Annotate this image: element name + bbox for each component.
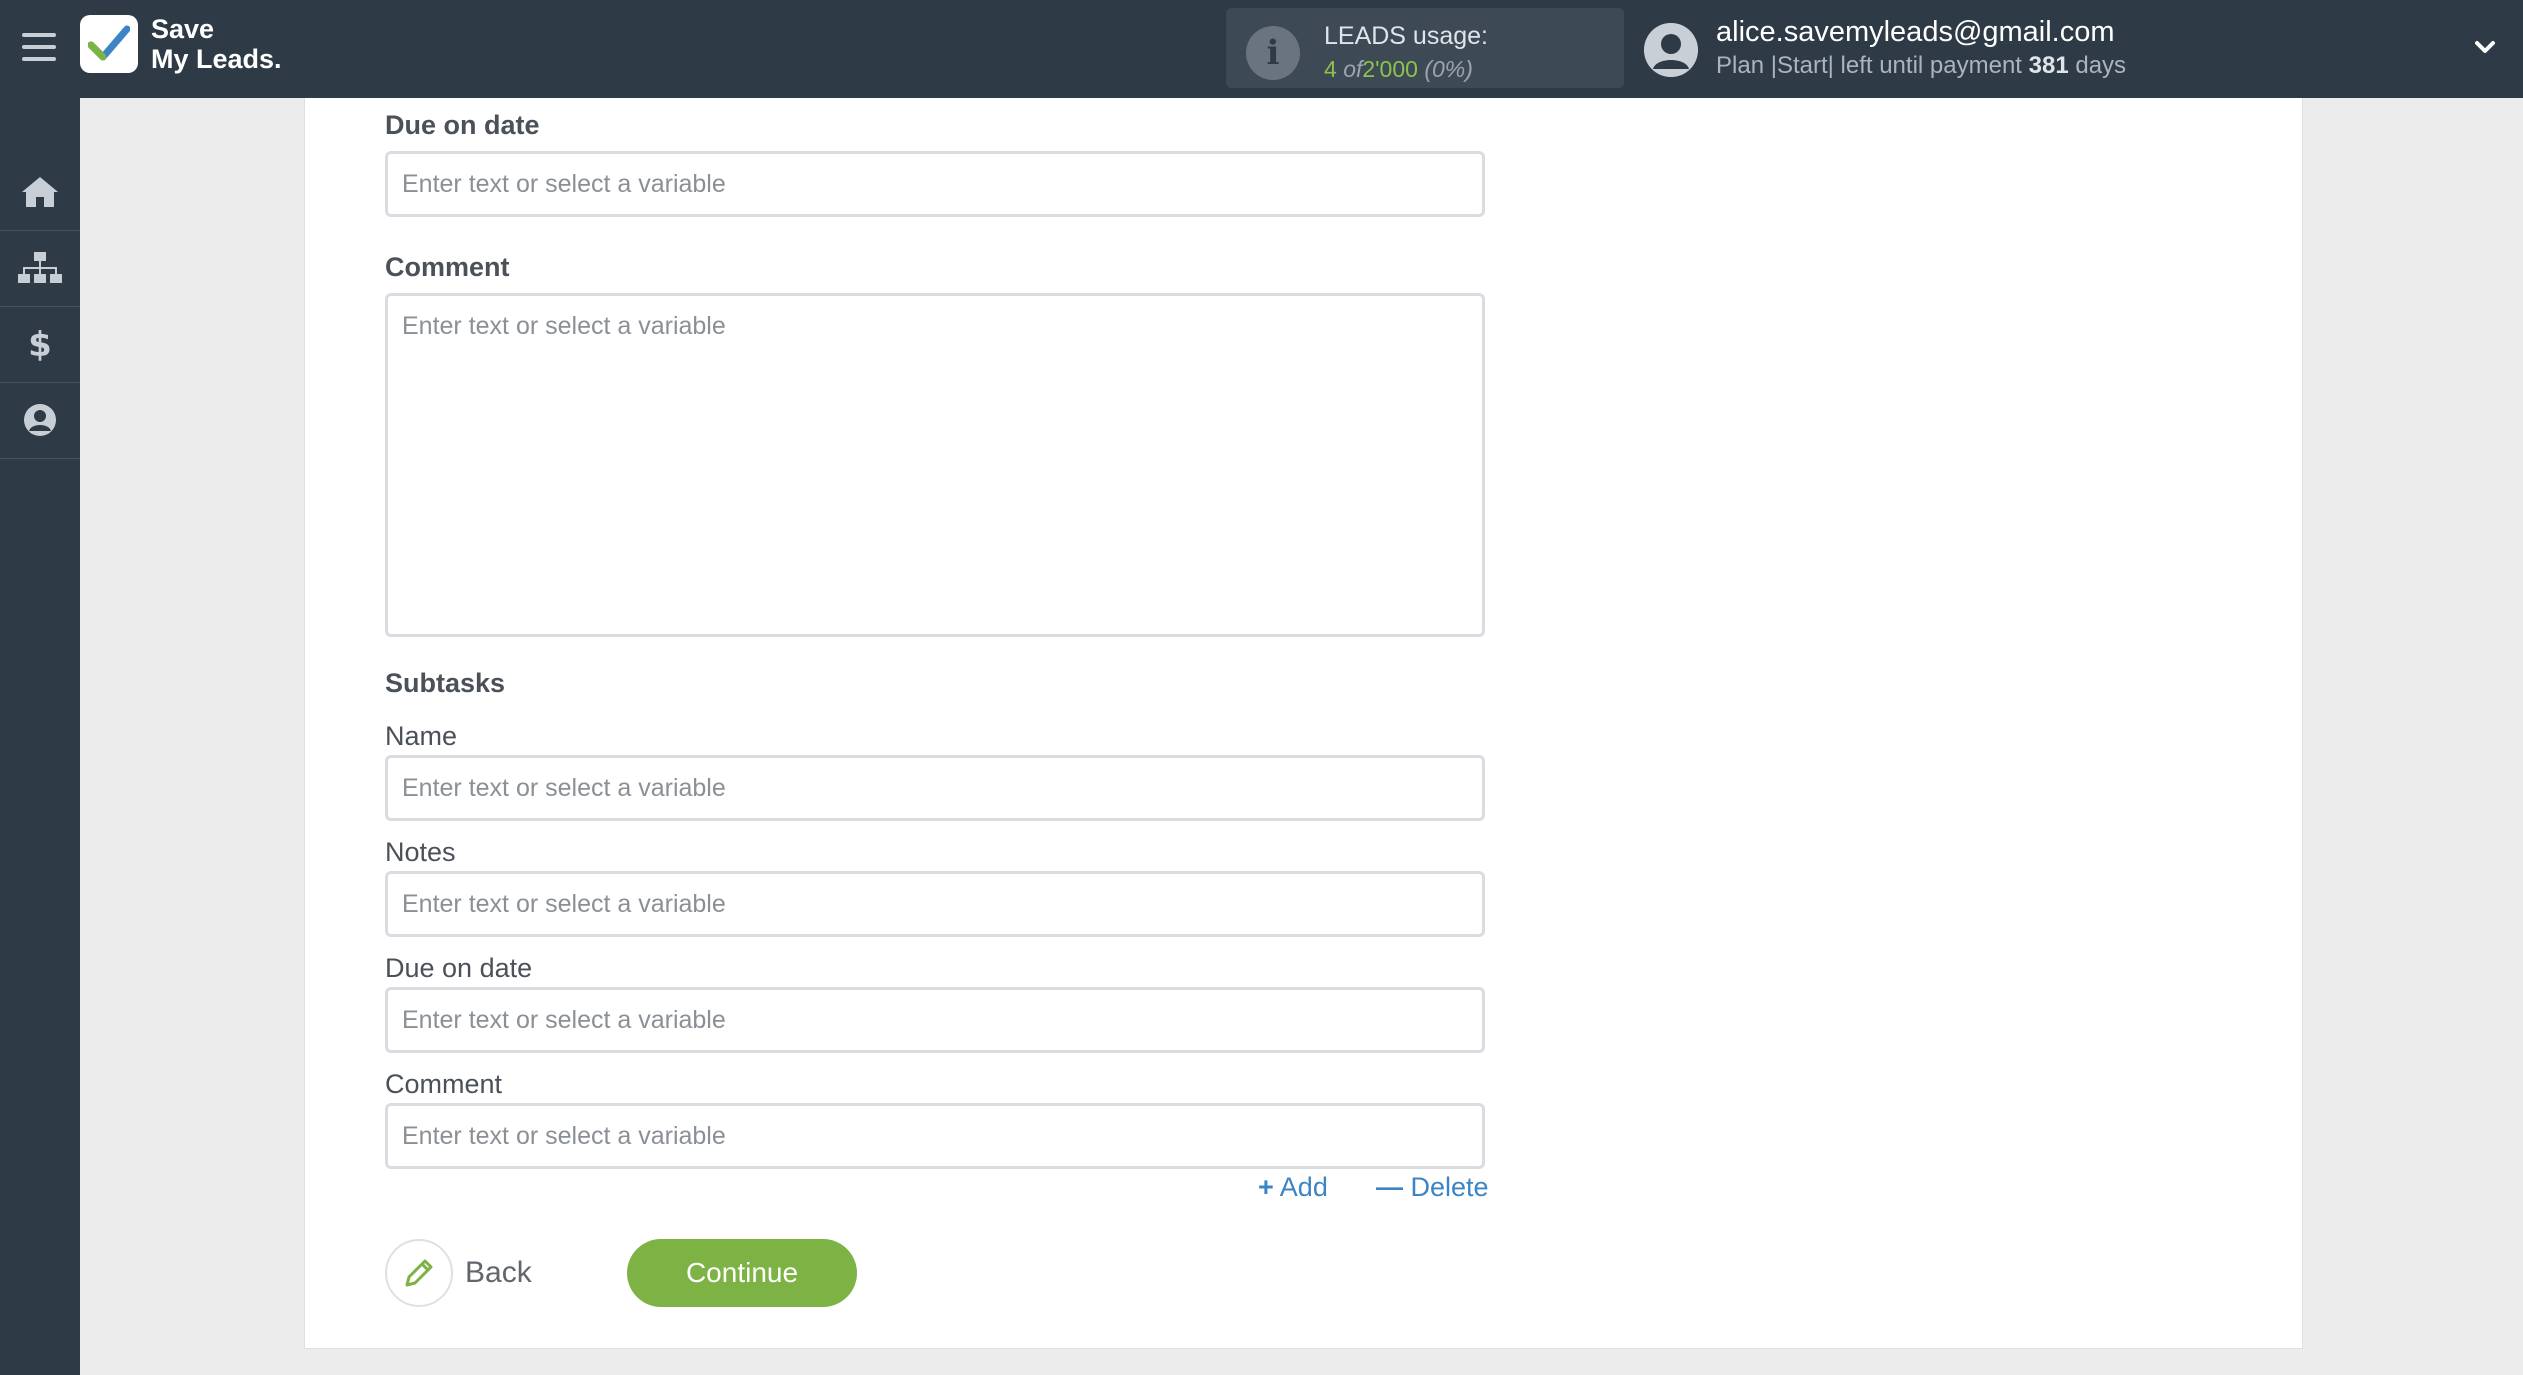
subtask-comment-input[interactable]: Enter text or select a variable — [385, 1103, 1485, 1169]
subtask-notes-placeholder: Enter text or select a variable — [402, 890, 726, 918]
pencil-icon — [405, 1259, 433, 1287]
minus-icon: — — [1376, 1172, 1403, 1202]
logo-line-2: My Leads. — [151, 44, 282, 74]
continue-button[interactable]: Continue — [627, 1239, 857, 1307]
user-icon — [24, 404, 56, 436]
user-plan: Plan |Start| left until payment 381 days — [1716, 52, 2126, 80]
leads-usage-panel: i LEADS usage: 4 of2'000 (0%) — [1226, 8, 1624, 88]
delete-subtask-button[interactable]: — Delete — [1376, 1172, 1489, 1203]
logo-icon[interactable] — [80, 15, 138, 73]
due-on-date-label: Due on date — [385, 110, 540, 140]
due-on-date-placeholder: Enter text or select a variable — [402, 170, 726, 198]
usage-percent: (0%) — [1424, 56, 1473, 82]
subtask-name-label: Name — [385, 721, 458, 751]
days-number: 381 — [2028, 52, 2069, 79]
subtask-comment-label: Comment — [385, 1069, 503, 1099]
comment-textarea[interactable]: Enter text or select a variable — [385, 293, 1485, 637]
subtask-comment-placeholder: Enter text or select a variable — [402, 1122, 726, 1150]
home-icon — [22, 177, 58, 207]
usage-total: 2'000 — [1362, 56, 1418, 82]
subtask-notes-label: Notes — [385, 837, 456, 867]
plus-icon: + — [1258, 1172, 1274, 1202]
add-subtask-button[interactable]: + Add — [1258, 1172, 1328, 1203]
logo-text[interactable]: Save My Leads. — [151, 14, 282, 74]
subtask-due-placeholder: Enter text or select a variable — [402, 1006, 726, 1034]
top-bar: Save My Leads. i LEADS usage: 4 of2'000 … — [0, 0, 2523, 98]
subtasks-heading: Subtasks — [385, 668, 506, 698]
days-suffix: days — [2075, 52, 2127, 79]
logo-line-1: Save — [151, 14, 215, 44]
avatar[interactable] — [1644, 23, 1698, 77]
menu-icon[interactable] — [22, 33, 56, 61]
back-label[interactable]: Back — [465, 1256, 532, 1290]
usage-used: 4 — [1324, 56, 1337, 82]
usage-of: of — [1343, 56, 1363, 82]
subtask-due-input[interactable]: Enter text or select a variable — [385, 987, 1485, 1053]
delete-label: Delete — [1410, 1172, 1489, 1202]
back-button[interactable] — [385, 1239, 453, 1307]
chevron-down-icon[interactable] — [2474, 36, 2496, 58]
sidebar-item-home[interactable] — [0, 154, 80, 231]
sidebar-item-connections[interactable] — [0, 230, 80, 307]
usage-count: 4 of2'000 (0%) — [1324, 56, 1473, 83]
svg-text:$: $ — [28, 325, 52, 364]
due-on-date-input[interactable]: Enter text or select a variable — [385, 151, 1485, 217]
sitemap-icon — [18, 252, 62, 283]
subtask-name-placeholder: Enter text or select a variable — [402, 774, 726, 802]
sidebar-item-billing[interactable]: $ — [0, 306, 80, 383]
info-icon: i — [1246, 26, 1300, 80]
usage-title: LEADS usage: — [1324, 22, 1488, 50]
plan-text: Plan |Start| left until payment — [1716, 52, 2022, 79]
subtask-notes-input[interactable]: Enter text or select a variable — [385, 871, 1485, 937]
add-label: Add — [1279, 1172, 1328, 1202]
comment-label: Comment — [385, 252, 510, 282]
subtask-name-input[interactable]: Enter text or select a variable — [385, 755, 1485, 821]
comment-placeholder: Enter text or select a variable — [402, 312, 726, 340]
user-email[interactable]: alice.savemyleads@gmail.com — [1716, 16, 2115, 49]
sidebar-item-account[interactable] — [0, 382, 80, 459]
subtask-due-label: Due on date — [385, 953, 533, 983]
dollar-icon: $ — [28, 325, 52, 364]
sidebar: $ — [0, 98, 80, 1375]
